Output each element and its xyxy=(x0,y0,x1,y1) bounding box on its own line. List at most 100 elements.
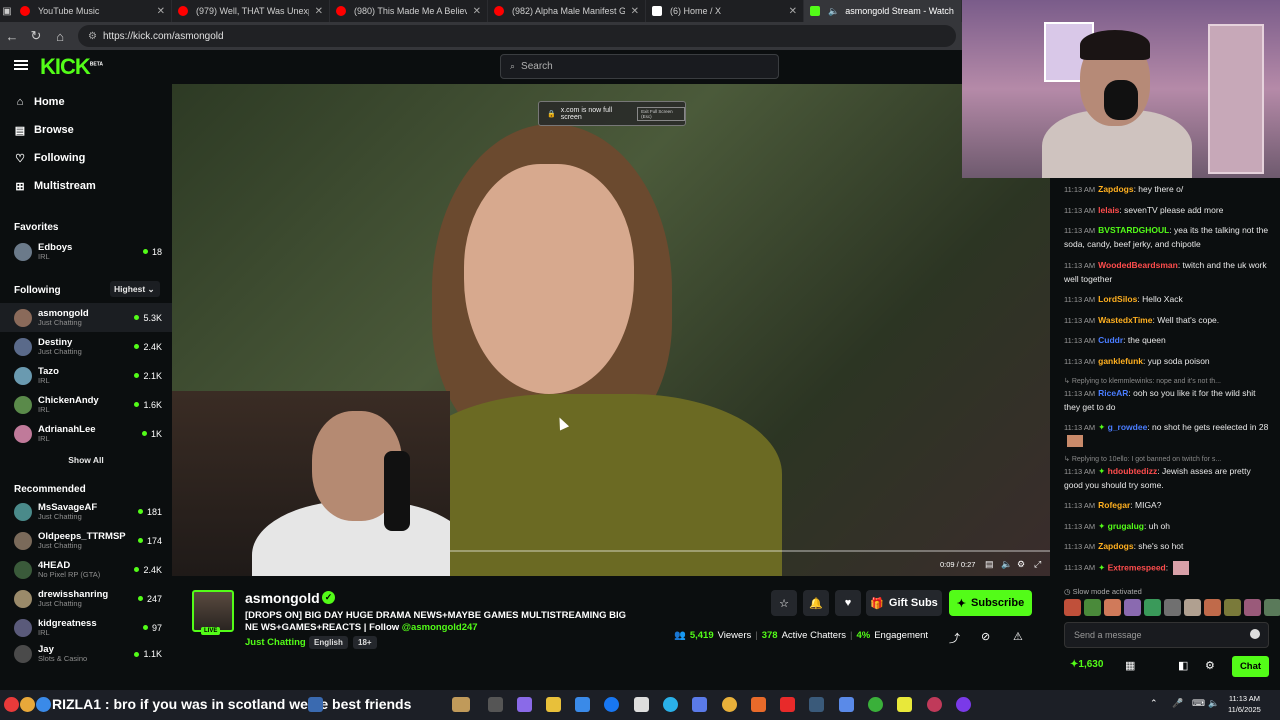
message-user[interactable]: Zapdogs xyxy=(1098,184,1133,194)
site-info-icon[interactable]: ⚙ xyxy=(88,31,97,42)
hide-icon[interactable]: ⊘ xyxy=(981,630,990,643)
window-menu-icon[interactable]: ▣ xyxy=(0,6,14,17)
obs-icon[interactable] xyxy=(956,697,971,712)
recommended-channel[interactable]: kidgreatness IRL 97 xyxy=(0,613,172,642)
home-icon[interactable]: ⌂ xyxy=(48,29,72,44)
app-icon[interactable] xyxy=(517,697,532,712)
kick-logo[interactable]: KICKBETA xyxy=(40,54,103,80)
emote-button[interactable] xyxy=(1204,599,1221,616)
mature-tag[interactable]: 18+ xyxy=(353,636,377,649)
channel-points[interactable]: ✦1,630 xyxy=(1070,659,1103,670)
recommended-channel[interactable]: Jay Slots & Casino 1.1K xyxy=(0,642,172,666)
message-user[interactable]: g_rowdee xyxy=(1108,422,1148,432)
message-user[interactable]: WoodedBeardsman xyxy=(1098,260,1178,270)
close-tab-icon[interactable]: ✕ xyxy=(631,6,639,17)
nav-browse[interactable]: ▤ Browse xyxy=(0,116,172,144)
close-tab-icon[interactable]: ✕ xyxy=(315,6,323,17)
browser-tab[interactable]: (979) Well, THAT Was Unexpected ✕ xyxy=(172,0,330,22)
edge-icon[interactable] xyxy=(663,697,678,712)
task-view-icon[interactable] xyxy=(488,697,503,712)
amazon-icon[interactable] xyxy=(634,697,649,712)
calculator-icon[interactable] xyxy=(692,697,707,712)
gear-icon[interactable]: ⚙ xyxy=(1205,659,1215,672)
reply-context[interactable]: ↳ Replying to klemmlewinks: nope and it'… xyxy=(1064,377,1269,385)
notes-icon[interactable] xyxy=(897,697,912,712)
back-icon[interactable]: ← xyxy=(0,29,24,44)
following-channel[interactable]: Destiny Just Chatting 2.4K xyxy=(0,332,172,361)
nav-home[interactable]: ⌂ Home xyxy=(0,88,172,116)
xbox-icon[interactable] xyxy=(868,697,883,712)
menu-icon[interactable] xyxy=(14,58,28,72)
emote-button[interactable] xyxy=(1144,599,1161,616)
streamer-name[interactable]: asmongold xyxy=(245,590,320,606)
search-input[interactable]: ⌕ Search xyxy=(500,54,779,79)
volume-icon[interactable]: 🔈 xyxy=(1001,559,1012,570)
message-user[interactable]: WastedxTime xyxy=(1098,315,1152,325)
emote-button[interactable] xyxy=(1084,599,1101,616)
system-clock[interactable]: 11:13 AM 11/6/2025 xyxy=(1228,693,1261,715)
youtube-icon[interactable] xyxy=(780,697,795,712)
reload-icon[interactable]: ↻ xyxy=(24,28,48,44)
nav-multistream[interactable]: ⊞ Multistream xyxy=(0,172,172,200)
emoji-icon[interactable] xyxy=(1250,629,1260,639)
nav-following[interactable]: ♡ Following xyxy=(0,144,172,172)
favorite-star-button[interactable]: ☆ xyxy=(771,590,797,616)
emote-button[interactable] xyxy=(1184,599,1201,616)
settings-icon[interactable]: ⚙ xyxy=(1017,559,1025,570)
language-tag[interactable]: English xyxy=(309,636,348,649)
emote-button[interactable] xyxy=(1224,599,1241,616)
video-player[interactable]: 🔒 x.com is now full screen Exit Full Scr… xyxy=(172,84,1050,576)
video-progress-bar[interactable] xyxy=(450,550,1050,552)
start-icon[interactable] xyxy=(4,697,19,712)
subscribe-button[interactable]: ✦ Subscribe xyxy=(949,590,1032,616)
report-icon[interactable]: ⚠ xyxy=(1013,630,1023,643)
browser-tab[interactable]: YouTube Music ✕ xyxy=(14,0,172,22)
app-icon[interactable] xyxy=(751,697,766,712)
speaker-icon[interactable]: 🔈 xyxy=(828,6,839,17)
browser-tab[interactable]: (6) Home / X ✕ xyxy=(646,0,804,22)
app-icon[interactable] xyxy=(20,697,35,712)
stream-title-handle[interactable]: @asmongold247 xyxy=(402,622,478,633)
favorite-channel[interactable]: Edboys IRL 18 xyxy=(0,237,172,266)
message-user[interactable]: Cuddr xyxy=(1098,335,1123,345)
fullscreen-icon[interactable]: ⤢ xyxy=(1034,559,1041,570)
url-field[interactable]: ⚙ https://kick.com/asmongold xyxy=(78,25,956,47)
following-channel[interactable]: Tazo IRL 2.1K xyxy=(0,361,172,390)
network-icon[interactable]: ⌨ xyxy=(1192,698,1205,709)
emote-button[interactable] xyxy=(1064,599,1081,616)
following-channel[interactable]: AdrianahLee IRL 1K xyxy=(0,419,172,448)
close-tab-icon[interactable]: ✕ xyxy=(473,6,481,17)
chat-message-input[interactable]: Send a message xyxy=(1064,622,1269,648)
message-user[interactable]: lelais xyxy=(1098,205,1119,215)
tray-chevron-icon[interactable]: ⌃ xyxy=(1150,698,1158,709)
following-channel[interactable]: asmongold Just Chatting 5.3K xyxy=(0,303,172,332)
browser-tab-active[interactable]: 🔈 asmongold Stream - Watch xyxy=(804,0,962,22)
message-user[interactable]: Extremespeed xyxy=(1108,562,1166,572)
emote-button[interactable] xyxy=(1124,599,1141,616)
app-icon[interactable] xyxy=(839,697,854,712)
recommended-channel[interactable]: 4HEAD No Pixel RP (GTA) 2.4K xyxy=(0,555,172,584)
message-user[interactable]: hdoubtedizz xyxy=(1108,466,1158,476)
recommended-channel[interactable]: Oldpeeps_TTRMSP Just Chatting 174 xyxy=(0,526,172,555)
facebook-icon[interactable] xyxy=(604,697,619,712)
message-user[interactable]: Zapdogs xyxy=(1098,541,1133,551)
message-user[interactable]: BVSTARDGHOUL xyxy=(1098,225,1169,235)
streamer-avatar[interactable] xyxy=(192,590,234,632)
show-all-link[interactable]: Show All xyxy=(0,455,172,469)
app-icon[interactable] xyxy=(452,697,470,712)
message-user[interactable]: ganklefunk xyxy=(1098,356,1143,366)
gift-subs-button[interactable]: 🎁 Gift Subs xyxy=(866,590,942,616)
pin-icon[interactable]: ◧ xyxy=(1178,659,1188,672)
app-icon[interactable] xyxy=(36,697,51,712)
follow-heart-button[interactable]: ♥ xyxy=(835,590,861,616)
recommended-channel[interactable]: MsSavageAF Just Chatting 181 xyxy=(0,497,172,526)
browser-tab[interactable]: (982) Alpha Male Manifest Guru ✕ xyxy=(488,0,646,22)
exit-fullscreen-hint[interactable]: Exit Full Screen (Esc) xyxy=(637,106,685,121)
emote-button[interactable] xyxy=(1164,599,1181,616)
recommended-channel[interactable]: drewisshanring Just Chatting 247 xyxy=(0,584,172,613)
browser-tab[interactable]: (980) This Made Me A Believer in ✕ xyxy=(330,0,488,22)
captions-icon[interactable]: ▤ xyxy=(985,559,994,570)
sort-dropdown[interactable]: Highest ⌄ xyxy=(110,281,160,297)
close-tab-icon[interactable]: ✕ xyxy=(789,6,797,17)
steam-icon[interactable] xyxy=(809,697,824,712)
